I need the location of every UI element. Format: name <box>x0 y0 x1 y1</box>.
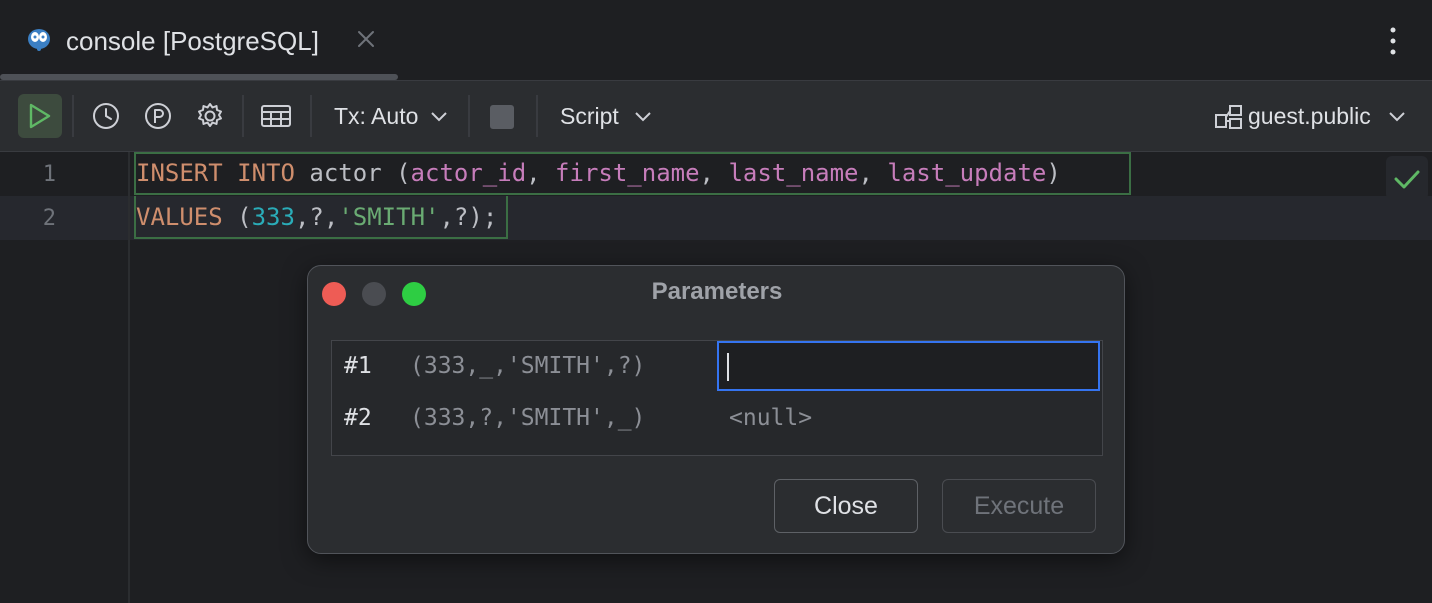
divider <box>310 95 312 137</box>
editor-toolbar: Tx: Auto Script guest.public <box>0 81 1432 151</box>
parameter-expression: (333,?,'SMITH',_) <box>410 405 645 431</box>
tab-bar: console [PostgreSQL] <box>0 0 1432 80</box>
tab-console[interactable]: console [PostgreSQL] <box>0 0 398 80</box>
execute-button[interactable] <box>18 94 62 138</box>
code-line-2: VALUES (333,?,'SMITH',?); <box>136 203 497 231</box>
sql-punct: , <box>526 159 555 187</box>
code-line-1: INSERT INTO actor (actor_id, first_name,… <box>136 159 1061 187</box>
checkmark-icon <box>1386 156 1428 200</box>
sql-punct: ,?, <box>295 203 338 231</box>
plan-p-icon <box>143 101 173 131</box>
gear-icon <box>195 101 225 131</box>
divider <box>536 95 538 137</box>
parameter-row: #2 (333,?,'SMITH',_) <null> <box>332 393 1102 445</box>
sql-column: first_name <box>555 159 700 187</box>
sql-punct: , <box>859 159 888 187</box>
output-table-button[interactable] <box>254 94 298 138</box>
parameter-value-cell[interactable]: <null> <box>729 405 812 431</box>
inspection-status[interactable] <box>1386 156 1428 200</box>
sql-column: last_update <box>887 159 1046 187</box>
sql-number: 333 <box>252 203 295 231</box>
sql-keyword: VALUES <box>136 203 223 231</box>
line-number: 1 <box>0 162 56 187</box>
transaction-mode-dropdown[interactable]: Tx: Auto <box>334 102 418 130</box>
divider <box>468 95 470 137</box>
tab-title: console [PostgreSQL] <box>66 24 319 58</box>
parameter-value-input[interactable] <box>717 341 1100 391</box>
more-vertical-icon[interactable] <box>1383 24 1403 58</box>
sql-column: actor_id <box>411 159 527 187</box>
sql-punct: ) <box>1046 159 1060 187</box>
sql-table: actor ( <box>295 159 411 187</box>
divider <box>242 95 244 137</box>
gutter-divider <box>128 152 130 603</box>
parameter-row: #1 (333,_,'SMITH',?) <box>332 341 1102 393</box>
script-mode-dropdown[interactable]: Script <box>560 102 619 130</box>
sql-keyword: INSERT INTO <box>136 159 295 187</box>
clock-icon <box>91 101 121 131</box>
run-icon <box>27 102 53 130</box>
sql-column: last_name <box>728 159 858 187</box>
chevron-down-icon <box>430 111 448 123</box>
sql-punct: , <box>700 159 729 187</box>
close-button[interactable]: Close <box>774 479 918 533</box>
datasource-selector[interactable]: guest.public <box>1248 102 1371 130</box>
schema-icon <box>1214 103 1244 131</box>
explain-plan-button[interactable] <box>136 94 180 138</box>
sql-string: 'SMITH' <box>338 203 439 231</box>
settings-button[interactable] <box>188 94 232 138</box>
parameter-label: #1 <box>344 353 372 379</box>
stop-icon[interactable] <box>490 105 514 129</box>
table-icon <box>260 103 292 129</box>
parameter-expression: (333,_,'SMITH',?) <box>410 353 645 379</box>
execute-button-disabled[interactable]: Execute <box>942 479 1096 533</box>
text-caret <box>727 353 729 381</box>
dialog-title: Parameters <box>308 278 1126 306</box>
divider <box>72 95 74 137</box>
sql-punct: ( <box>223 203 252 231</box>
parameters-dialog: Parameters #1 (333,_,'SMITH',?) #2 (333,… <box>307 265 1125 554</box>
close-icon[interactable] <box>354 27 378 51</box>
parameter-label: #2 <box>344 405 372 431</box>
chevron-down-icon <box>634 111 652 123</box>
history-button[interactable] <box>84 94 128 138</box>
chevron-down-icon <box>1388 111 1406 123</box>
parameters-table: #1 (333,_,'SMITH',?) #2 (333,?,'SMITH',_… <box>331 340 1103 456</box>
sql-punct: ,?); <box>439 203 497 231</box>
line-number: 2 <box>0 206 56 231</box>
postgresql-elephant-icon <box>26 27 52 53</box>
